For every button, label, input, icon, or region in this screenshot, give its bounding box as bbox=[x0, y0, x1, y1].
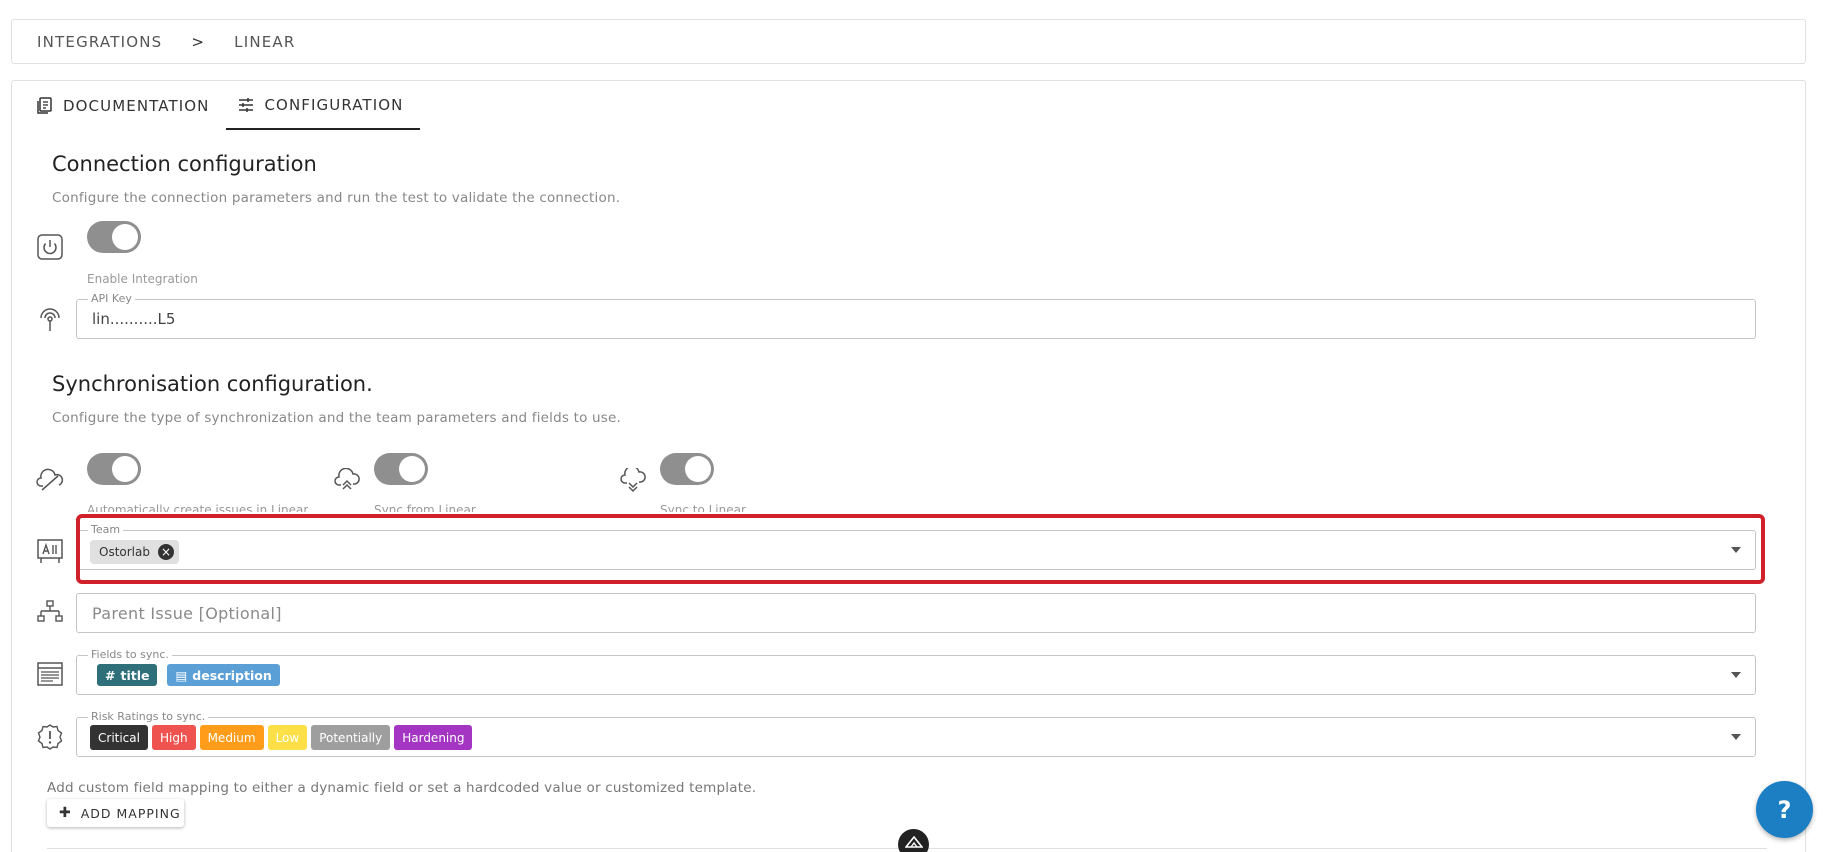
add-mapping-label: ADD MAPPING bbox=[80, 805, 181, 821]
plus-icon: ✚ bbox=[59, 805, 72, 821]
power-icon bbox=[35, 232, 65, 262]
tab-configuration-label: CONFIGURATION bbox=[264, 95, 404, 114]
team-select[interactable]: Team Ostorlab × bbox=[76, 523, 1756, 570]
sync-description: Configure the type of synchronization an… bbox=[52, 410, 622, 426]
team-chip-label: Ostorlab bbox=[99, 545, 150, 559]
sync-to-linear-label: Sync to Linear bbox=[660, 503, 746, 512]
fields-icon bbox=[35, 659, 65, 689]
add-mapping-button[interactable]: ✚ ADD MAPPING bbox=[47, 799, 184, 827]
risk-chip-medium: Medium bbox=[199, 725, 264, 750]
api-key-value: lin..........L5 bbox=[92, 310, 176, 328]
tab-configuration[interactable]: CONFIGURATION bbox=[226, 81, 421, 130]
enable-integration-label: Enable Integration bbox=[87, 272, 198, 286]
team-chips: Ostorlab × bbox=[90, 540, 179, 564]
key-icon bbox=[35, 304, 65, 334]
remove-chip-icon[interactable]: × bbox=[157, 544, 174, 560]
sync-title: Synchronisation configuration. bbox=[52, 372, 373, 396]
risk-legend: Risk Ratings to sync. bbox=[88, 710, 209, 724]
auto-create-label: Automatically create issues in Linear bbox=[87, 503, 309, 512]
parent-issue-placeholder: Parent Issue [Optional] bbox=[92, 604, 282, 623]
fields-legend: Fields to sync. bbox=[88, 648, 172, 662]
api-key-legend: API Key bbox=[88, 292, 135, 306]
tune-icon bbox=[239, 97, 254, 112]
team-legend: Team bbox=[88, 523, 124, 537]
auto-create-toggle[interactable] bbox=[87, 453, 141, 485]
team-dropdown-arrow-icon[interactable] bbox=[1731, 547, 1741, 553]
help-button[interactable]: ? bbox=[1756, 781, 1813, 838]
document-icon bbox=[37, 97, 52, 114]
sync-from-linear-label: Sync from Linear bbox=[374, 503, 476, 512]
breadcrumb-current: LINEAR bbox=[234, 32, 296, 51]
risk-chip-high: High bbox=[151, 725, 196, 750]
sync-to-linear-toggle[interactable] bbox=[660, 453, 714, 485]
tab-documentation-label: DOCUMENTATION bbox=[63, 96, 210, 115]
tab-bar: DOCUMENTATION CONFIGURATION bbox=[25, 81, 421, 130]
breadcrumb-integrations[interactable]: INTEGRATIONS bbox=[37, 33, 162, 51]
risk-dropdown-arrow-icon[interactable] bbox=[1731, 734, 1741, 740]
field-chip-description: ▤ description bbox=[167, 664, 280, 686]
app-logo-icon[interactable] bbox=[898, 829, 929, 852]
tab-documentation[interactable]: DOCUMENTATION bbox=[25, 81, 226, 130]
breadcrumb-separator: > bbox=[191, 32, 206, 51]
auto-create-icon bbox=[35, 465, 65, 495]
connection-title: Connection configuration bbox=[52, 152, 317, 176]
risk-chips: Critical High Medium Low Potentially Har… bbox=[90, 725, 473, 750]
connection-description: Configure the connection parameters and … bbox=[52, 190, 621, 206]
fields-chips: # title ▤ description bbox=[97, 664, 286, 686]
risk-chip-potentially: Potentially bbox=[311, 725, 391, 750]
risk-ratings-select[interactable]: Risk Ratings to sync. Critical High Medi… bbox=[76, 710, 1756, 757]
cloud-upload-icon bbox=[332, 466, 362, 496]
text-block-icon: ▤ bbox=[175, 667, 188, 683]
custom-mapping-description: Add custom field mapping to either a dyn… bbox=[47, 780, 757, 796]
fields-to-sync-select[interactable]: Fields to sync. # title ▤ description bbox=[76, 648, 1756, 695]
parent-issue-field[interactable]: Parent Issue [Optional] bbox=[76, 593, 1756, 633]
enable-integration-toggle[interactable] bbox=[87, 221, 141, 253]
risk-chip-low: Low bbox=[267, 725, 308, 750]
breadcrumb: INTEGRATIONS > LINEAR bbox=[11, 19, 1806, 64]
alert-icon bbox=[35, 722, 65, 752]
api-key-field[interactable]: API Key lin..........L5 bbox=[76, 292, 1756, 339]
hash-icon: # bbox=[105, 667, 116, 683]
cloud-download-icon bbox=[618, 466, 648, 496]
sync-from-linear-toggle[interactable] bbox=[374, 453, 428, 485]
fields-dropdown-arrow-icon[interactable] bbox=[1731, 672, 1741, 678]
team-chip: Ostorlab × bbox=[90, 540, 179, 564]
field-chip-title: # title bbox=[97, 664, 158, 686]
risk-chip-critical: Critical bbox=[90, 725, 148, 750]
risk-chip-hardening: Hardening bbox=[394, 725, 473, 750]
team-icon bbox=[35, 536, 65, 566]
hierarchy-icon bbox=[35, 597, 65, 627]
